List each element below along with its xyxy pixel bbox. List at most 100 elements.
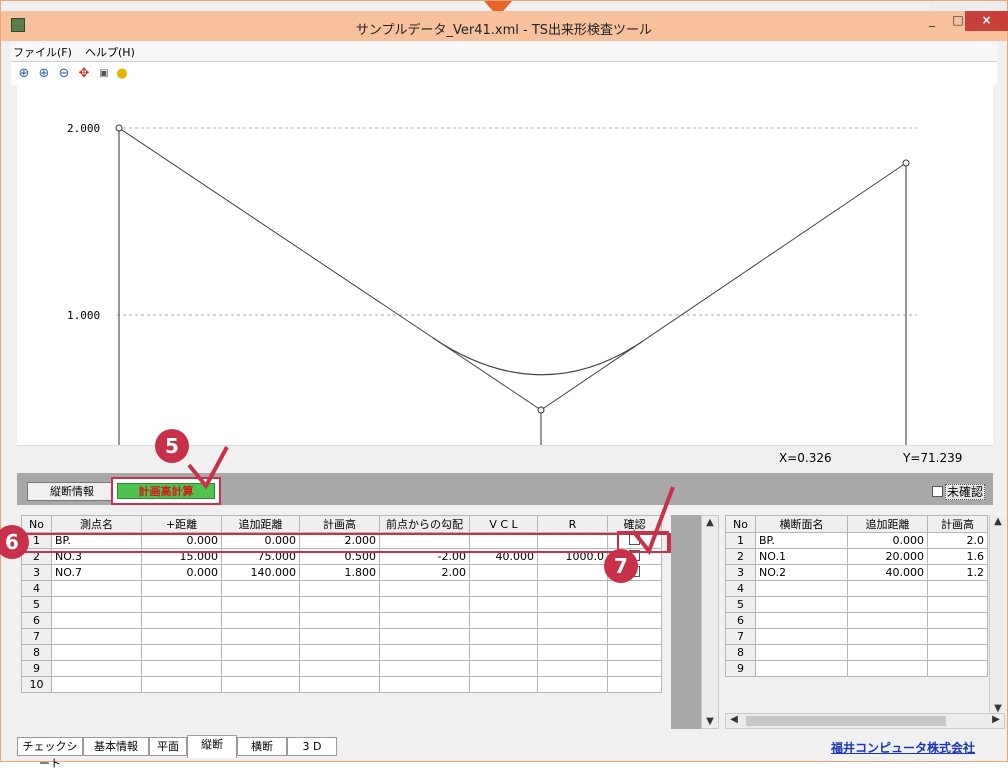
scroll-down-icon[interactable]: ▼ <box>702 716 718 727</box>
profile-cell[interactable] <box>221 660 300 677</box>
profile-cell[interactable] <box>299 660 380 677</box>
section-cell[interactable] <box>847 628 928 645</box>
section-cell[interactable] <box>755 628 848 645</box>
tab-plan[interactable]: 平面 <box>149 737 187 756</box>
profile-cell[interactable] <box>51 644 142 661</box>
scroll-left-icon[interactable]: ◀ <box>726 714 742 725</box>
profile-cell[interactable] <box>469 676 538 693</box>
profile-cell[interactable]: 2.00 <box>379 564 470 581</box>
table-row[interactable]: 5 <box>21 596 662 613</box>
profile-cell[interactable] <box>607 628 662 645</box>
profile-header-5[interactable]: 前点からの勾配 <box>379 515 470 533</box>
profile-cell[interactable] <box>607 612 662 629</box>
profile-cell[interactable] <box>537 676 608 693</box>
confirm-checkbox[interactable] <box>629 534 640 545</box>
section-cell[interactable]: BP. <box>755 532 848 549</box>
profile-cell[interactable]: NO.7 <box>51 564 142 581</box>
profile-cell[interactable]: 140.000 <box>221 564 300 581</box>
close-button[interactable]: × <box>965 11 1008 31</box>
fit-window-icon[interactable]: ▣ <box>97 67 111 81</box>
profile-cell[interactable] <box>537 532 608 549</box>
table-row[interactable]: 5 <box>725 596 988 613</box>
section-cell[interactable]: 40.000 <box>847 564 928 581</box>
profile-header-7[interactable]: R <box>537 515 608 533</box>
section-cell[interactable] <box>927 644 988 661</box>
profile-cell[interactable] <box>379 660 470 677</box>
table-row[interactable]: 7 <box>725 628 988 645</box>
profile-cell[interactable]: -2.00 <box>379 548 470 565</box>
profile-cell[interactable] <box>379 532 470 549</box>
tab-profile[interactable]: 縦断 <box>187 735 237 758</box>
tab-cross-section[interactable]: 横断 <box>237 737 287 756</box>
section-cell[interactable] <box>755 660 848 677</box>
profile-cell[interactable] <box>51 612 142 629</box>
profile-cell[interactable] <box>141 596 222 613</box>
section-cell[interactable] <box>847 596 928 613</box>
section-cell[interactable]: 2.0 <box>927 532 988 549</box>
profile-cell[interactable] <box>51 676 142 693</box>
profile-header-4[interactable]: 計画高 <box>299 515 380 533</box>
table-row[interactable]: 6 <box>21 612 662 629</box>
zoom-out-icon[interactable]: ⊖ <box>57 67 71 81</box>
table-row[interactable]: 2 NO.1 20.000 1.6 <box>725 548 988 565</box>
profile-cell[interactable] <box>141 660 222 677</box>
profile-table-scrollbar[interactable]: ▲ ▼ <box>701 515 719 729</box>
menu-help[interactable]: ヘルプ(H) <box>85 44 135 60</box>
profile-cell[interactable] <box>469 532 538 549</box>
section-cell[interactable] <box>847 580 928 597</box>
profile-chart[interactable]: 2.000 1.000 <box>17 85 993 445</box>
unconfirmed-checkbox[interactable]: 未確認 <box>931 483 985 500</box>
profile-header-6[interactable]: V C L <box>469 515 538 533</box>
profile-cell[interactable] <box>469 644 538 661</box>
profile-cell[interactable] <box>469 660 538 677</box>
table-row[interactable]: 1 BP. 0.000 0.000 2.000 <box>21 532 662 549</box>
profile-cell[interactable] <box>299 596 380 613</box>
section-cell[interactable] <box>847 660 928 677</box>
section-header-3[interactable]: 計画高 <box>927 515 988 533</box>
profile-cell[interactable] <box>379 628 470 645</box>
section-cell[interactable] <box>927 660 988 677</box>
profile-cell[interactable] <box>221 596 300 613</box>
profile-header-1[interactable]: 測点名 <box>51 515 142 533</box>
profile-cell[interactable] <box>537 628 608 645</box>
profile-cell[interactable] <box>537 660 608 677</box>
profile-cell[interactable] <box>469 580 538 597</box>
profile-cell[interactable] <box>379 596 470 613</box>
profile-cell[interactable] <box>607 644 662 661</box>
scroll-up-icon[interactable]: ▲ <box>990 516 1006 527</box>
profile-cell[interactable] <box>51 580 142 597</box>
unconfirmed-check-box[interactable] <box>931 486 943 497</box>
bulb-icon[interactable]: ● <box>115 67 129 81</box>
profile-cell[interactable] <box>607 676 662 693</box>
section-cell[interactable] <box>755 596 848 613</box>
zoom-in-icon[interactable]: ⊕ <box>37 67 51 81</box>
cross-section-vscroll[interactable]: ▲ ▼ <box>989 515 1005 715</box>
tab-3d[interactable]: 3 D <box>287 737 337 756</box>
section-cell[interactable] <box>755 580 848 597</box>
profile-cell[interactable] <box>51 628 142 645</box>
profile-cell[interactable] <box>221 644 300 661</box>
scroll-thumb[interactable] <box>746 716 946 726</box>
table-row[interactable]: 4 <box>725 580 988 597</box>
profile-cell[interactable] <box>607 580 662 597</box>
profile-cell[interactable] <box>607 660 662 677</box>
cross-section-hscroll[interactable]: ◀ ▶ <box>725 713 1005 729</box>
section-cell[interactable] <box>927 580 988 597</box>
profile-cell[interactable] <box>379 676 470 693</box>
profile-cell[interactable] <box>141 612 222 629</box>
tab-check-sheet[interactable]: チェックシート <box>17 737 83 770</box>
profile-cell[interactable]: 0.000 <box>221 532 300 549</box>
profile-cell[interactable] <box>221 628 300 645</box>
table-row[interactable]: 8 <box>725 644 988 661</box>
company-link[interactable]: 福井コンピュータ株式会社 <box>831 739 975 756</box>
table-row[interactable]: 1 BP. 0.000 2.0 <box>725 532 988 549</box>
profile-cell[interactable] <box>141 580 222 597</box>
tab-basic-info[interactable]: 基本情報 <box>83 737 149 756</box>
section-header-1[interactable]: 横断面名 <box>755 515 848 533</box>
profile-cell[interactable]: 1000.0 <box>537 548 608 565</box>
profile-cell[interactable] <box>299 644 380 661</box>
table-row[interactable]: 3 NO.2 40.000 1.2 <box>725 564 988 581</box>
table-row[interactable]: 9 <box>21 660 662 677</box>
profile-cell[interactable]: 0.000 <box>141 564 222 581</box>
confirm-cell[interactable] <box>607 532 662 549</box>
